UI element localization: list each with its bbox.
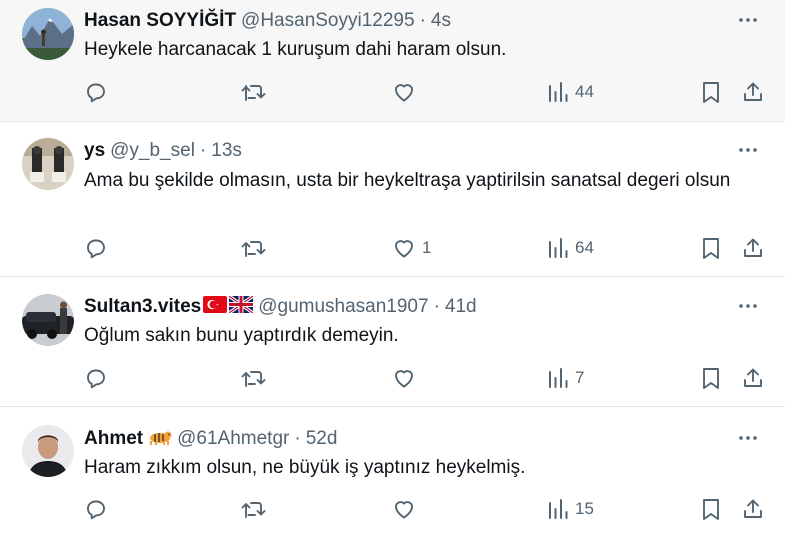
heart-icon — [395, 240, 413, 258]
more-dots-icon[interactable] — [735, 10, 761, 30]
author-handle[interactable]: @HasanSoyyi12295 — [241, 10, 415, 32]
author-name[interactable]: Hasan SOYYİĞİT — [84, 10, 236, 32]
like-button[interactable] — [392, 495, 422, 523]
author-handle[interactable]: @y_b_sel — [110, 140, 195, 162]
bookmark-button[interactable] — [700, 234, 722, 262]
bookmark-button[interactable] — [700, 364, 722, 392]
retweet-icon — [241, 371, 266, 387]
tweet-actions: 1 64 — [0, 234, 785, 262]
views-button[interactable]: 7 — [547, 364, 584, 392]
timestamp[interactable]: 52d — [306, 428, 338, 450]
tweet-text: Oğlum sakın bunu yaptırdık demeyin. — [84, 325, 399, 346]
heart-icon — [395, 84, 413, 102]
retweet-icon — [241, 85, 266, 101]
timestamp[interactable]: 4s — [431, 10, 451, 32]
avatar[interactable] — [22, 138, 74, 190]
tweet[interactable]: ys @y_b_sel · 13s Ama bu şekilde olmasın… — [0, 122, 785, 277]
tweet-header: Hasan SOYYİĞİT @HasanSoyyi12295 · 4s — [84, 8, 451, 34]
retweet-button[interactable] — [240, 495, 266, 523]
retweet-button[interactable] — [240, 78, 266, 106]
views-count: 15 — [575, 499, 594, 518]
views-chart-icon — [549, 368, 568, 388]
reply-button[interactable] — [84, 234, 108, 262]
avatar[interactable] — [22, 425, 74, 477]
views-count: 64 — [575, 238, 594, 257]
tweet[interactable]: Hasan SOYYİĞİT @HasanSoyyi12295 · 4s Hey… — [0, 0, 785, 122]
like-button[interactable] — [392, 364, 422, 392]
reply-icon — [87, 83, 105, 103]
reply-icon — [87, 239, 105, 259]
views-chart-icon — [549, 238, 568, 258]
tweet-text: Haram zıkkım olsun, ne büyük iş yaptınız… — [84, 457, 526, 478]
avatar[interactable] — [22, 8, 74, 60]
tweet-actions: 15 — [0, 495, 785, 523]
share-button[interactable] — [741, 364, 765, 392]
like-count: 1 — [422, 238, 432, 257]
views-button[interactable]: 15 — [547, 495, 594, 523]
separator: · — [419, 10, 426, 31]
timestamp[interactable]: 41d — [445, 296, 477, 318]
heart-icon — [395, 370, 413, 388]
author-name[interactable]: Ahmet — [84, 428, 143, 450]
author-handle[interactable]: @gumushasan1907 — [258, 296, 428, 318]
share-button[interactable] — [741, 78, 765, 106]
author-handle[interactable]: @61Ahmetgr — [177, 428, 289, 450]
retweet-button[interactable] — [240, 234, 266, 262]
reply-button[interactable] — [84, 364, 108, 392]
retweet-icon — [241, 241, 266, 257]
author-name[interactable]: Sultan3.vites — [84, 296, 201, 318]
reply-button[interactable] — [84, 495, 108, 523]
tweet[interactable]: Sultan3.vites @gumushasan1907 · 41d Oğlu… — [0, 277, 785, 407]
reply-button[interactable] — [84, 78, 108, 106]
tweet[interactable]: Ahmet @61Ahmetgr · 52d Haram zıkkım olsu… — [0, 407, 785, 533]
avatar[interactable] — [22, 294, 74, 346]
separator: · — [433, 296, 440, 317]
tweet-text: Ama bu şekilde olmasın, usta bir heykelt… — [84, 170, 731, 191]
bookmark-icon — [703, 82, 719, 103]
share-icon — [744, 499, 762, 518]
timestamp[interactable]: 13s — [211, 140, 242, 162]
views-chart-icon — [549, 82, 568, 102]
separator: · — [199, 140, 207, 161]
bookmark-button[interactable] — [700, 495, 722, 523]
tweet-header: Ahmet @61Ahmetgr · 52d — [84, 426, 337, 452]
bookmark-icon — [703, 499, 719, 520]
share-button[interactable] — [741, 495, 765, 523]
retweet-button[interactable] — [240, 364, 266, 392]
bookmark-icon — [703, 368, 719, 389]
like-button[interactable] — [392, 78, 422, 106]
more-dots-icon[interactable] — [735, 140, 761, 160]
heart-icon — [395, 501, 413, 519]
views-count: 44 — [575, 82, 594, 101]
views-button[interactable]: 64 — [547, 234, 594, 262]
share-button[interactable] — [741, 234, 765, 262]
views-button[interactable]: 44 — [547, 78, 594, 106]
bookmark-icon — [703, 238, 719, 259]
tiger-emoji-icon — [148, 427, 172, 451]
turkey-flag-icon — [203, 295, 228, 319]
views-chart-icon — [549, 499, 568, 519]
tweet-header: ys @y_b_sel · 13s — [84, 138, 242, 164]
more-dots-icon[interactable] — [735, 296, 761, 316]
replies-feed: Hasan SOYYİĞİT @HasanSoyyi12295 · 4s Hey… — [0, 0, 785, 533]
like-button[interactable]: 1 — [392, 234, 431, 262]
tweet-actions: 44 — [0, 78, 785, 106]
tweet-actions: 7 — [0, 364, 785, 392]
share-icon — [744, 82, 762, 101]
tweet-text: Heykele harcanacak 1 kuruşum dahi haram … — [84, 39, 507, 60]
separator: · — [294, 428, 301, 449]
share-icon — [744, 368, 762, 387]
views-count: 7 — [575, 368, 585, 387]
uk-flag-icon — [228, 294, 255, 319]
retweet-icon — [241, 502, 266, 518]
reply-icon — [87, 500, 105, 520]
reply-icon — [87, 369, 105, 389]
bookmark-button[interactable] — [700, 78, 722, 106]
share-icon — [744, 238, 762, 257]
more-dots-icon[interactable] — [735, 428, 761, 448]
tweet-header: Sultan3.vites @gumushasan1907 · 41d — [84, 294, 477, 320]
author-name[interactable]: ys — [84, 140, 105, 162]
